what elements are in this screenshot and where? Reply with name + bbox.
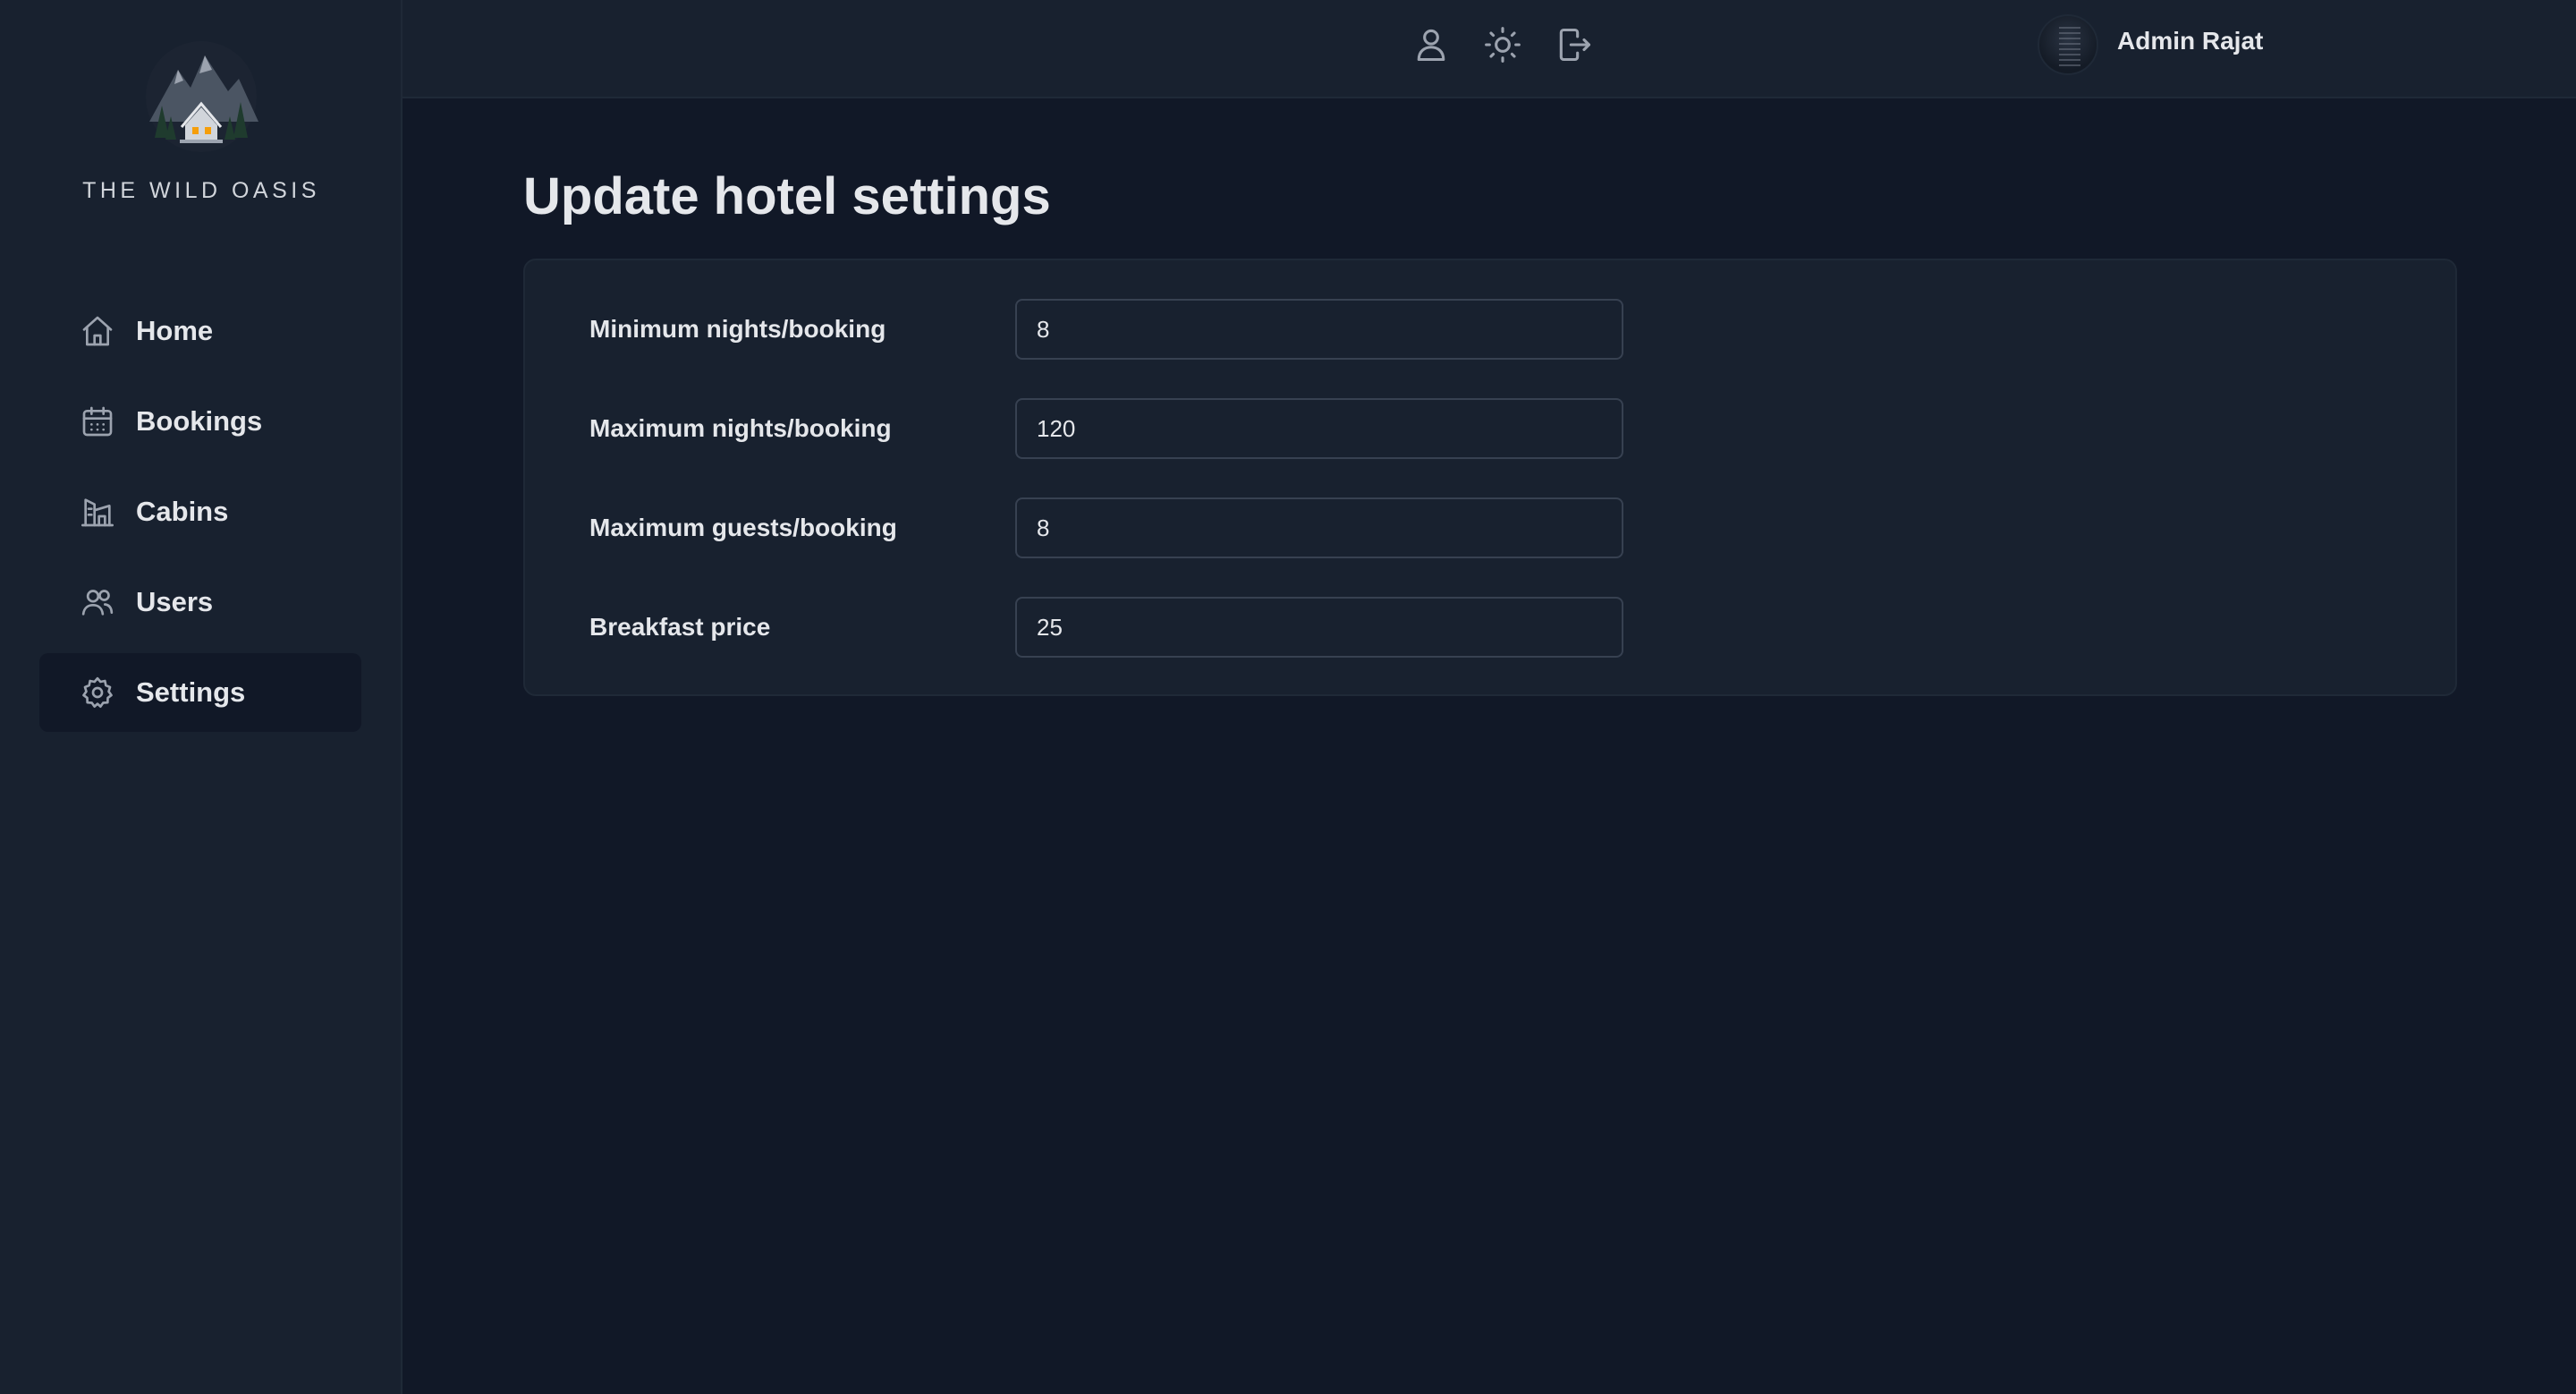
sidebar-item-label: Home: [136, 315, 214, 346]
account-button[interactable]: [1404, 18, 1458, 72]
sidebar-item-label: Cabins: [136, 496, 229, 527]
app-root: THE WILD OASIS Home Bookings Cabins User…: [0, 0, 2576, 1394]
max-nights-input[interactable]: [1015, 398, 1623, 459]
cabin-mountain-logo-icon: [146, 41, 258, 152]
sidebar-item-label: Users: [136, 586, 214, 617]
brand-name: THE WILD OASIS: [82, 178, 320, 203]
min-nights-label: Minimum nights/booking: [589, 315, 886, 343]
calendar-icon: [79, 403, 116, 440]
sidebar-item-settings[interactable]: Settings: [39, 653, 361, 732]
max-guests-label: Maximum guests/booking: [589, 514, 897, 541]
sidebar: THE WILD OASIS Home Bookings Cabins User…: [0, 0, 402, 1394]
user-name: Admin Rajat: [2117, 27, 2264, 55]
form-row-breakfast-price: Breakfast price: [525, 597, 2455, 659]
sidebar-item-label: Bookings: [136, 405, 263, 437]
top-header: Admin Rajat: [402, 0, 2576, 98]
user-icon: [1417, 29, 1445, 62]
min-nights-input[interactable]: [1015, 299, 1623, 360]
home-icon: [79, 312, 116, 350]
form-row-max-nights: Maximum nights/booking: [525, 398, 2455, 461]
sidebar-item-cabins[interactable]: Cabins: [39, 472, 361, 551]
form-row-max-guests: Maximum guests/booking: [525, 497, 2455, 560]
building-icon: [79, 493, 116, 531]
sun-icon: [1485, 27, 1521, 63]
theme-toggle-button[interactable]: [1476, 18, 1530, 72]
breakfast-price-label: Breakfast price: [589, 613, 771, 641]
form-row-min-nights: Minimum nights/booking: [525, 299, 2455, 361]
avatar[interactable]: [2038, 14, 2098, 75]
main-nav: Home Bookings Cabins Users Settings: [39, 292, 361, 744]
logout-icon: [1559, 28, 1591, 62]
max-guests-input[interactable]: [1015, 497, 1623, 558]
sidebar-item-label: Settings: [136, 676, 246, 708]
sidebar-item-bookings[interactable]: Bookings: [39, 382, 361, 461]
sidebar-item-users[interactable]: Users: [39, 563, 361, 642]
sidebar-item-home[interactable]: Home: [39, 292, 361, 370]
gear-icon: [79, 674, 116, 711]
breakfast-price-input[interactable]: [1015, 597, 1623, 658]
logo-area[interactable]: THE WILD OASIS: [0, 39, 402, 204]
logout-button[interactable]: [1547, 18, 1601, 72]
max-nights-label: Maximum nights/booking: [589, 414, 892, 442]
main-content: Update hotel settings Minimum nights/boo…: [404, 100, 2576, 1394]
settings-form: Minimum nights/booking Maximum nights/bo…: [523, 259, 2457, 696]
page-title: Update hotel settings: [523, 167, 1051, 225]
users-icon: [79, 583, 116, 621]
